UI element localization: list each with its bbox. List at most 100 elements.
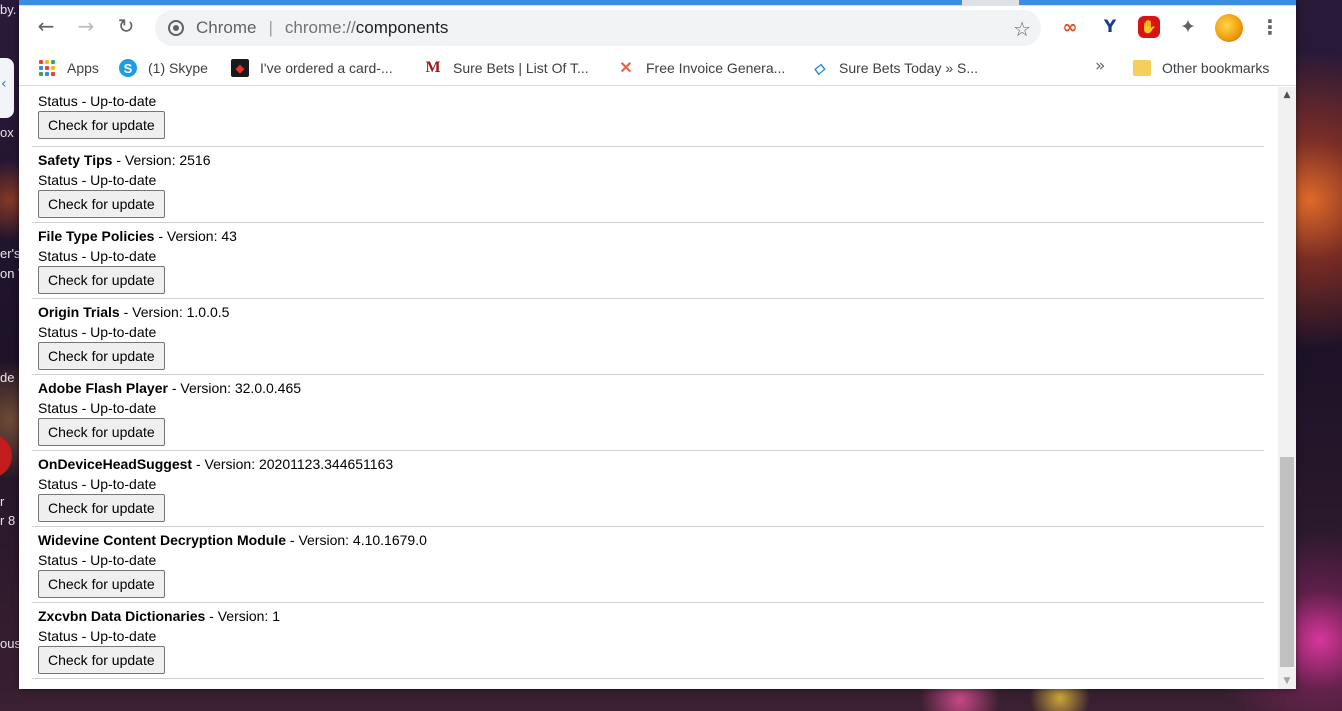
reload-icon: ↻ [117,14,135,38]
check-for-update-button[interactable]: Check for update [38,190,165,218]
check-for-update-button[interactable]: Check for update [38,111,165,139]
omnibox[interactable]: Chrome | chrome://components ☆ [155,10,1041,46]
tab-indicator[interactable] [1019,0,1296,5]
browser-window: ← → ↻ Chrome | chrome://components ☆ ∞ Y… [19,0,1296,689]
scroll-up-arrow-icon[interactable]: ▲ [1278,87,1296,103]
check-for-update-button[interactable]: Check for update [38,570,165,598]
check-for-update-button[interactable]: Check for update [38,342,165,370]
skype-icon: S [119,59,137,77]
component-row: File Type Policies - Version: 43 Status -… [32,223,1264,299]
component-status: Status - Up-to-date [38,400,157,416]
back-arrow-icon: ← [37,14,55,38]
reload-button[interactable]: ↻ [112,12,140,40]
bookmark-skype[interactable]: S (1) Skype [119,57,208,79]
component-status: Status - Up-to-date [38,628,157,644]
bookmark-apps[interactable]: Apps [38,57,99,79]
component-name: Widevine Content Decryption Module [38,532,286,548]
desktop-label: ox [0,125,14,140]
component-version: - Version: 43 [154,228,237,244]
component-version: - Version: 1.0.0.5 [119,304,230,320]
desktop-label: de [0,370,15,385]
check-for-update-button[interactable]: Check for update [38,418,165,446]
component-version: - Version: 1 [205,608,280,624]
forward-arrow-icon: → [77,14,95,38]
desktop-label: er's [0,246,21,261]
m-icon: M [425,59,441,76]
check-for-update-button[interactable]: Check for update [38,646,165,674]
desktop-label: r 8 [0,513,16,528]
component-status: Status - Up-to-date [38,172,157,188]
component-row: Safety Tips - Version: 2516 Status - Up-t… [32,147,1264,223]
bookmark-label: Sure Bets Today » S... [839,60,979,76]
scroll-down-arrow-icon[interactable]: ▼ [1278,673,1296,689]
components-list: Status - Up-to-date Check for update Safet… [32,87,1264,679]
chevron-icon: ‹ [1,76,7,92]
scroll-thumb[interactable] [1280,457,1294,667]
more-bookmarks-chevron-icon[interactable]: » [1095,56,1105,76]
bookmark-star-icon[interactable]: ☆ [1013,17,1031,41]
page-content: Status - Up-to-date Check for update Safet… [19,87,1278,689]
component-title: Adobe Flash Player - Version: 32.0.0.465 [38,378,1264,398]
active-tab-indicator[interactable] [19,0,962,5]
component-name: Adobe Flash Player [38,380,168,396]
surebets-icon: ◇ [813,59,825,76]
stop-hand-extension-icon[interactable]: ✋ [1138,16,1160,38]
bookmark-label: I've ordered a card-... [260,60,393,76]
invoice-icon: ✕ [619,60,633,77]
component-version: - Version: 20201123.344651163 [192,456,394,472]
component-version: - Version: 32.0.0.465 [167,380,302,396]
component-name: Zxcvbn Data Dictionaries [38,608,206,624]
y-extension-icon[interactable]: Y [1099,16,1121,38]
toolbar: ← → ↻ Chrome | chrome://components ☆ ∞ Y… [19,6,1296,48]
check-for-update-button[interactable]: Check for update [38,266,165,294]
component-row: Adobe Flash Player - Version: 32.0.0.465… [32,375,1264,451]
bookmark-card-order[interactable]: ◆ I've ordered a card-... [231,57,393,79]
url-scheme: chrome:// [284,18,356,37]
component-title: Zxcvbn Data Dictionaries - Version: 1 [38,606,1264,626]
component-version: - Version: 2516 [112,152,211,168]
bookmark-label: (1) Skype [148,60,208,76]
bookmark-sure-bets-today[interactable]: ◇ Sure Bets Today » S... [810,57,978,79]
bookmarks-bar: Apps S (1) Skype ◆ I've ordered a card-.… [19,48,1296,86]
component-name: OnDeviceHeadSuggest [38,456,193,472]
chrome-menu-icon[interactable]: ⋮ [1259,15,1281,39]
bookmark-free-invoice[interactable]: ✕ Free Invoice Genera... [617,57,785,79]
omnibox-separator: | [268,18,273,37]
component-version: - Version: 4.10.1679.0 [286,532,427,548]
component-status: Status - Up-to-date [38,552,157,568]
extensions-puzzle-icon[interactable]: ✦ [1177,16,1199,38]
component-title: Widevine Content Decryption Module - Ver… [38,530,1264,550]
infinity-extension-icon[interactable]: ∞ [1059,16,1081,38]
bookmark-label: Apps [67,60,99,76]
forward-button[interactable]: → [72,12,100,40]
apps-grid-icon [38,59,56,77]
component-name: Origin Trials [38,304,120,320]
site-chip-label: Chrome [196,18,257,37]
component-status: Status - Up-to-date [38,476,157,492]
vertical-scrollbar[interactable]: ▲ ▼ [1278,87,1296,689]
back-button[interactable]: ← [32,12,60,40]
component-title: Safety Tips - Version: 2516 [38,150,1264,170]
chrome-page-icon [168,20,184,36]
component-row: Status - Up-to-date Check for update [32,87,1264,147]
profile-avatar[interactable] [1215,14,1243,42]
bookmark-label: Sure Bets | List Of T... [453,60,589,76]
url-host: components [355,18,449,37]
bookmark-label: Other bookmarks [1162,60,1270,76]
check-for-update-button[interactable]: Check for update [38,494,165,522]
desktop-label: by. [0,2,17,17]
card-icon: ◆ [231,59,249,77]
desktop-app-chip[interactable]: ‹ [0,58,14,118]
desktop-label: r [0,494,5,509]
bookmark-other[interactable]: Other bookmarks [1133,57,1269,79]
component-row: Zxcvbn Data Dictionaries - Version: 1 Sta… [32,603,1264,679]
component-title: File Type Policies - Version: 43 [38,226,1264,246]
component-row: OnDeviceHeadSuggest - Version: 20201123.… [32,451,1264,527]
bookmark-sure-bets-list[interactable]: M Sure Bets | List Of T... [424,57,589,79]
component-title: Origin Trials - Version: 1.0.0.5 [38,302,1264,322]
component-title: OnDeviceHeadSuggest - Version: 20201123.… [38,454,1264,474]
component-name: File Type Policies [38,228,155,244]
component-status: Status - Up-to-date [38,324,157,340]
component-name: Safety Tips [38,152,113,168]
bookmark-label: Free Invoice Genera... [646,60,786,76]
